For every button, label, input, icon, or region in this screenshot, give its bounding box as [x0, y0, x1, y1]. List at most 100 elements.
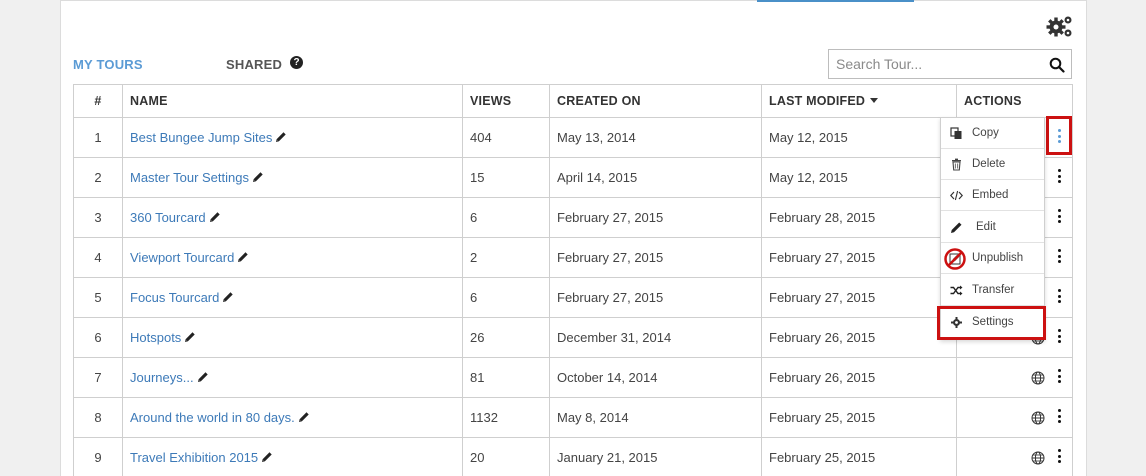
actions-cell — [956, 397, 1073, 438]
modified-cell: February 26, 2015 — [761, 357, 957, 398]
tour-name-link[interactable]: Hotspots — [130, 330, 181, 345]
row-number: 2 — [73, 157, 123, 198]
unpublish-icon — [944, 248, 966, 270]
tour-name-link[interactable]: Journeys... — [130, 370, 194, 385]
views-cell: 81 — [462, 357, 550, 398]
more-actions-icon[interactable] — [1056, 409, 1062, 427]
tour-name-link[interactable]: Master Tour Settings — [130, 170, 249, 185]
menu-item-unpublish[interactable]: Unpublish — [941, 243, 1044, 274]
column-header-num: # — [73, 84, 123, 118]
name-cell: Viewport Tourcard — [122, 237, 463, 278]
tour-name-link[interactable]: Best Bungee Jump Sites — [130, 130, 272, 145]
column-header-created[interactable]: CREATED ON — [549, 84, 762, 118]
modified-cell: May 12, 2015 — [761, 117, 957, 158]
actions-cell — [956, 357, 1073, 398]
tab-my-tours[interactable]: MY TOURS — [73, 57, 143, 72]
created-cell: February 27, 2015 — [549, 197, 762, 238]
search-icon[interactable] — [1049, 57, 1065, 73]
pencil-icon[interactable] — [261, 451, 273, 463]
created-cell: February 27, 2015 — [549, 237, 762, 278]
row-number: 8 — [73, 397, 123, 438]
row-number: 1 — [73, 117, 123, 158]
tour-name-link[interactable]: Focus Tourcard — [130, 290, 219, 305]
modified-cell: February 25, 2015 — [761, 437, 957, 476]
name-cell: 360 Tourcard — [122, 197, 463, 238]
more-actions-icon[interactable] — [1056, 209, 1062, 227]
tour-name-link[interactable]: Around the world in 80 days. — [130, 410, 295, 425]
pencil-icon[interactable] — [237, 251, 249, 263]
code-icon — [950, 190, 963, 201]
created-cell: April 14, 2015 — [549, 157, 762, 198]
pencil-icon[interactable] — [197, 371, 209, 383]
views-cell: 26 — [462, 317, 550, 358]
search-box — [828, 49, 1072, 79]
more-actions-icon[interactable] — [1056, 329, 1062, 347]
menu-item-embed[interactable]: Embed — [941, 180, 1044, 211]
more-actions-icon[interactable] — [1056, 249, 1062, 267]
menu-item-delete[interactable]: Delete — [941, 149, 1044, 180]
pencil-icon[interactable] — [298, 411, 310, 423]
globe-icon[interactable] — [1031, 411, 1045, 425]
help-icon[interactable]: ? — [290, 56, 303, 69]
pencil-icon[interactable] — [184, 331, 196, 343]
more-actions-icon[interactable] — [1056, 369, 1062, 387]
table-row: 3 360 Tourcard 6 February 27, 2015 Febru… — [73, 197, 1073, 238]
created-cell: May 13, 2014 — [549, 117, 762, 158]
menu-item-embed-label: Embed — [972, 189, 1009, 201]
row-number: 9 — [73, 437, 123, 476]
modified-cell: February 25, 2015 — [761, 397, 957, 438]
table-row: 6 Hotspots 26 December 31, 2014 February… — [73, 317, 1073, 358]
name-cell: Hotspots — [122, 317, 463, 358]
views-cell: 6 — [462, 197, 550, 238]
pencil-icon[interactable] — [209, 211, 221, 223]
active-tab-indicator — [757, 0, 914, 2]
row-number: 5 — [73, 277, 123, 318]
created-cell: October 14, 2014 — [549, 357, 762, 398]
globe-icon[interactable] — [1031, 371, 1045, 385]
search-input[interactable] — [829, 50, 1039, 78]
globe-icon[interactable] — [1031, 451, 1045, 465]
column-header-views[interactable]: VIEWS — [462, 84, 550, 118]
views-cell: 15 — [462, 157, 550, 198]
views-cell: 2 — [462, 237, 550, 278]
table-row: 8 Around the world in 80 days. 1132 May … — [73, 397, 1073, 438]
views-cell: 20 — [462, 437, 550, 476]
menu-item-copy-label: Copy — [972, 127, 999, 139]
shuffle-icon — [950, 285, 963, 296]
menu-item-delete-label: Delete — [972, 158, 1006, 170]
table-row: 2 Master Tour Settings 15 April 14, 2015… — [73, 157, 1073, 198]
gears-settings-icon[interactable] — [1046, 14, 1074, 40]
modified-cell: May 12, 2015 — [761, 157, 957, 198]
table-row: 4 Viewport Tourcard 2 February 27, 2015 … — [73, 237, 1073, 278]
tours-table: # NAME VIEWS CREATED ON LAST MODIFED ACT… — [73, 84, 1073, 476]
more-actions-icon[interactable] — [1056, 289, 1062, 307]
column-header-name[interactable]: NAME — [122, 84, 463, 118]
tour-name-link[interactable]: Travel Exhibition 2015 — [130, 450, 258, 465]
tab-shared[interactable]: SHARED — [226, 57, 282, 72]
tour-name-link[interactable]: Viewport Tourcard — [130, 250, 234, 265]
modified-cell: February 27, 2015 — [761, 237, 957, 278]
menu-item-edit-label: Edit — [976, 221, 996, 233]
modified-cell: February 27, 2015 — [761, 277, 957, 318]
pencil-icon[interactable] — [252, 171, 264, 183]
more-actions-icon[interactable] — [1056, 169, 1062, 187]
pencil-icon[interactable] — [275, 131, 287, 143]
name-cell: Travel Exhibition 2015 — [122, 437, 463, 476]
table-row: 9 Travel Exhibition 2015 20 January 21, … — [73, 437, 1073, 476]
highlight-box-more-actions — [1046, 116, 1072, 155]
table-row: 7 Journeys... 81 October 14, 2014 Februa… — [73, 357, 1073, 398]
name-cell: Journeys... — [122, 357, 463, 398]
menu-item-transfer[interactable]: Transfer — [941, 275, 1044, 306]
pencil-icon[interactable] — [222, 291, 234, 303]
name-cell: Best Bungee Jump Sites — [122, 117, 463, 158]
pencil-icon — [951, 222, 962, 233]
trash-icon — [952, 158, 961, 171]
menu-item-copy[interactable]: Copy — [941, 118, 1044, 149]
copy-icon — [950, 127, 962, 139]
row-number: 6 — [73, 317, 123, 358]
modified-cell: February 28, 2015 — [761, 197, 957, 238]
tour-name-link[interactable]: 360 Tourcard — [130, 210, 206, 225]
menu-item-edit[interactable]: Edit — [941, 212, 1044, 243]
column-header-modified[interactable]: LAST MODIFED — [761, 84, 957, 118]
more-actions-icon[interactable] — [1056, 449, 1062, 467]
